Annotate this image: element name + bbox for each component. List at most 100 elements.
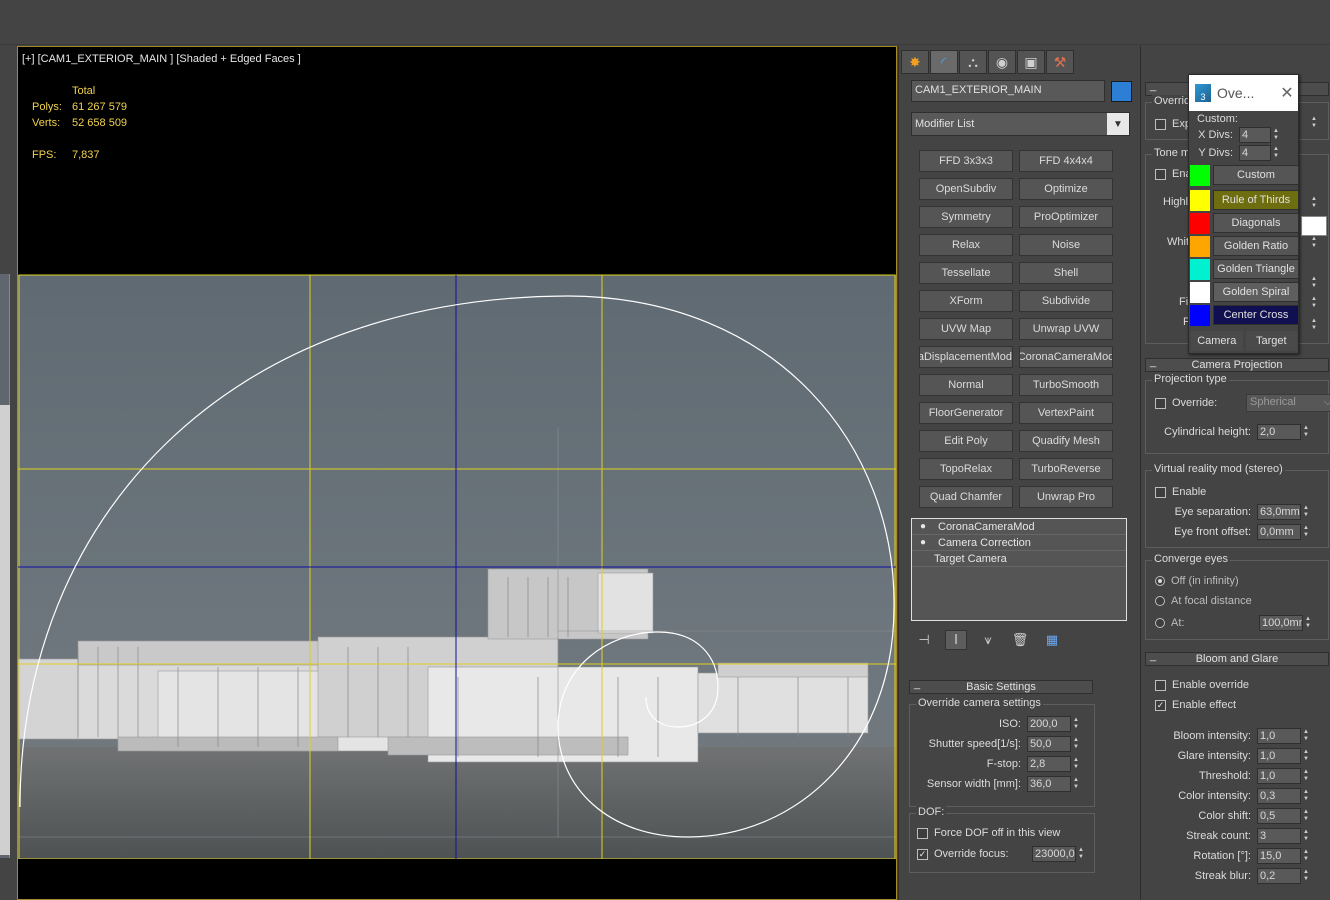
bloom-param-value[interactable]: 1,0 xyxy=(1257,768,1301,784)
modifier-button[interactable]: Noise xyxy=(1019,234,1113,256)
shutter-value[interactable]: 50,0 xyxy=(1027,736,1071,752)
pin-stack-icon[interactable]: ⊣ xyxy=(913,630,935,650)
modifier-button[interactable]: ProOptimizer xyxy=(1019,206,1113,228)
bloom-param-value[interactable]: 1,0 xyxy=(1257,748,1301,764)
modifier-button[interactable]: OpenSubdiv xyxy=(919,178,1013,200)
configure-sets-icon[interactable]: ▦ xyxy=(1041,630,1063,650)
lightbulb-icon[interactable]: ● xyxy=(912,537,934,548)
bloom-param-spinner[interactable]: 0,2 ▲ ▼ xyxy=(1257,868,1311,884)
override-focus-value[interactable]: 23000,0 xyxy=(1032,846,1076,862)
bloom-param-spinner[interactable]: 3 ▲ ▼ xyxy=(1257,828,1311,844)
modifier-button[interactable]: TopoRelax xyxy=(919,458,1013,480)
sensor-spinner[interactable]: 36,0 ▲ ▼ xyxy=(1027,776,1081,792)
create-tab[interactable]: ✸ xyxy=(901,50,929,74)
modifier-list-dropdown[interactable]: Modifier List ▼ xyxy=(911,112,1130,136)
bloom-param-value[interactable]: 0,5 xyxy=(1257,808,1301,824)
modifier-button[interactable]: Symmetry xyxy=(919,206,1013,228)
spinner-arrows-icon[interactable]: ▲ ▼ xyxy=(1301,424,1311,440)
overlay-color-swatch[interactable] xyxy=(1190,212,1210,234)
object-color-swatch[interactable] xyxy=(1111,81,1132,102)
spinner-arrows-icon[interactable]: ▲ ▼ xyxy=(1301,728,1311,744)
bloom-param-spinner[interactable]: 1,0 ▲ ▼ xyxy=(1257,768,1311,784)
modifier-button[interactable]: UVW Map xyxy=(919,318,1013,340)
xdivs-value[interactable]: 4 xyxy=(1239,127,1271,143)
modifier-button[interactable]: FloorGenerator xyxy=(919,402,1013,424)
modifier-button[interactable]: Normal xyxy=(919,374,1013,396)
converge-off-radio[interactable] xyxy=(1155,576,1165,586)
projection-type-select[interactable]: Spherical ⌵ xyxy=(1246,394,1330,412)
bloom-enable-effect-checkbox[interactable]: ✓ xyxy=(1155,699,1166,711)
ydivs-spinner[interactable]: 4 ▲ ▼ xyxy=(1239,145,1281,161)
spinner-arrows-icon[interactable]: ▲ ▼ xyxy=(1311,116,1317,130)
modifier-button[interactable]: CoronaCameraMod xyxy=(1019,346,1113,368)
modify-tab[interactable]: ◜ xyxy=(930,50,958,74)
modifier-button[interactable]: Unwrap UVW xyxy=(1019,318,1113,340)
utilities-tab[interactable]: ⚒ xyxy=(1046,50,1074,74)
modifier-button[interactable]: FFD 4x4x4 xyxy=(1019,150,1113,172)
overlay-color-swatch[interactable] xyxy=(1190,304,1210,326)
cylindrical-height-spinner[interactable]: 2,0 ▲ ▼ xyxy=(1257,424,1311,440)
stack-item[interactable]: ● Camera Correction xyxy=(912,535,1126,551)
close-icon[interactable]: ✕ xyxy=(1276,83,1298,103)
overlay-custom-button[interactable]: Custom xyxy=(1213,165,1299,185)
override-focus-checkbox[interactable]: ✓ xyxy=(917,848,928,860)
iso-value[interactable]: 200,0 xyxy=(1027,716,1071,732)
spinner-arrows-icon[interactable]: ▲ ▼ xyxy=(1301,828,1311,844)
camera-button[interactable]: Camera xyxy=(1191,331,1243,351)
spinner-arrows-icon[interactable]: ▲ ▼ xyxy=(1311,318,1317,332)
force-dof-checkbox[interactable] xyxy=(917,827,928,839)
modifier-button[interactable]: Unwrap Pro xyxy=(1019,486,1113,508)
modifier-button[interactable]: Edit Poly xyxy=(919,430,1013,452)
basic-settings-rollout-header[interactable]: _ Basic Settings xyxy=(909,678,1093,694)
sensor-value[interactable]: 36,0 xyxy=(1027,776,1071,792)
spinner-arrows-icon[interactable]: ▲ ▼ xyxy=(1271,127,1281,143)
overlay-color-swatch[interactable] xyxy=(1190,235,1210,257)
converge-at-value[interactable]: 100,0mm xyxy=(1259,615,1303,631)
modifier-button[interactable]: Tessellate xyxy=(919,262,1013,284)
modifier-button[interactable]: Subdivide xyxy=(1019,290,1113,312)
remove-modifier-icon[interactable]: 🗑 xyxy=(1009,630,1031,650)
modifier-button[interactable]: Relax xyxy=(919,234,1013,256)
ydivs-value[interactable]: 4 xyxy=(1239,145,1271,161)
shutter-spinner[interactable]: 50,0 ▲ ▼ xyxy=(1027,736,1081,752)
overlay-rule-of-thirds-button[interactable]: Rule of Thirds xyxy=(1213,190,1299,210)
spinner-arrows-icon[interactable]: ▲ ▼ xyxy=(1071,756,1081,772)
bloom-param-spinner[interactable]: 15,0 ▲ ▼ xyxy=(1257,848,1311,864)
spinner-arrows-icon[interactable]: ▲ ▼ xyxy=(1076,846,1086,862)
camera-viewport[interactable]: [+] [CAM1_EXTERIOR_MAIN ] [Shaded + Edge… xyxy=(17,46,897,900)
bloom-param-value[interactable]: 0,2 xyxy=(1257,868,1301,884)
modifier-button[interactable]: Optimize xyxy=(1019,178,1113,200)
exposure-checkbox[interactable] xyxy=(1155,118,1166,130)
spinner-arrows-icon[interactable]: ▲ ▼ xyxy=(1301,748,1311,764)
overlay-color-swatch[interactable] xyxy=(1190,281,1210,303)
spinner-arrows-icon[interactable]: ▲ ▼ xyxy=(1301,788,1311,804)
converge-at-spinner[interactable]: 100,0mm▲▼ xyxy=(1259,615,1313,631)
spinner-arrows-icon[interactable]: ▲ ▼ xyxy=(1301,504,1311,520)
overlay-color-swatch[interactable] xyxy=(1190,164,1210,186)
hierarchy-tab[interactable]: ⛬ xyxy=(959,50,987,74)
motion-tab[interactable]: ◉ xyxy=(988,50,1016,74)
overlay-color-swatch[interactable] xyxy=(1190,189,1210,211)
spinner-arrows-icon[interactable]: ▲ ▼ xyxy=(1301,768,1311,784)
modifier-button[interactable]: VertexPaint xyxy=(1019,402,1113,424)
overlay-color-swatch[interactable] xyxy=(1190,258,1210,280)
white-color-swatch[interactable] xyxy=(1301,216,1327,236)
spinner-arrows-icon[interactable]: ▲ ▼ xyxy=(1301,524,1311,540)
bloom-param-spinner[interactable]: 0,5 ▲ ▼ xyxy=(1257,808,1311,824)
spinner-arrows-icon[interactable]: ▲ ▼ xyxy=(1301,848,1311,864)
fstop-value[interactable]: 2,8 xyxy=(1027,756,1071,772)
converge-at-radio[interactable] xyxy=(1155,618,1165,628)
converge-focal-radio[interactable] xyxy=(1155,596,1165,606)
modifier-button[interactable]: Quadify Mesh xyxy=(1019,430,1113,452)
modifier-button[interactable]: FFD 3x3x3 xyxy=(919,150,1013,172)
modifier-button[interactable]: TurboReverse xyxy=(1019,458,1113,480)
spinner-arrows-icon[interactable]: ▲ ▼ xyxy=(1311,276,1317,290)
iso-spinner[interactable]: 200,0 ▲ ▼ xyxy=(1027,716,1081,732)
modifier-button[interactable]: CoronaDisplacementMod xyxy=(919,346,1013,368)
eye-front-offset-value[interactable]: 0,0mm xyxy=(1257,524,1301,540)
tone-enable-checkbox[interactable] xyxy=(1155,168,1166,180)
bloom-param-value[interactable]: 15,0 xyxy=(1257,848,1301,864)
bloom-enable-override-checkbox[interactable] xyxy=(1155,679,1166,691)
bloom-param-spinner[interactable]: 1,0 ▲ ▼ xyxy=(1257,728,1311,744)
overlay-golden-spiral-button[interactable]: Golden Spiral xyxy=(1213,282,1299,302)
